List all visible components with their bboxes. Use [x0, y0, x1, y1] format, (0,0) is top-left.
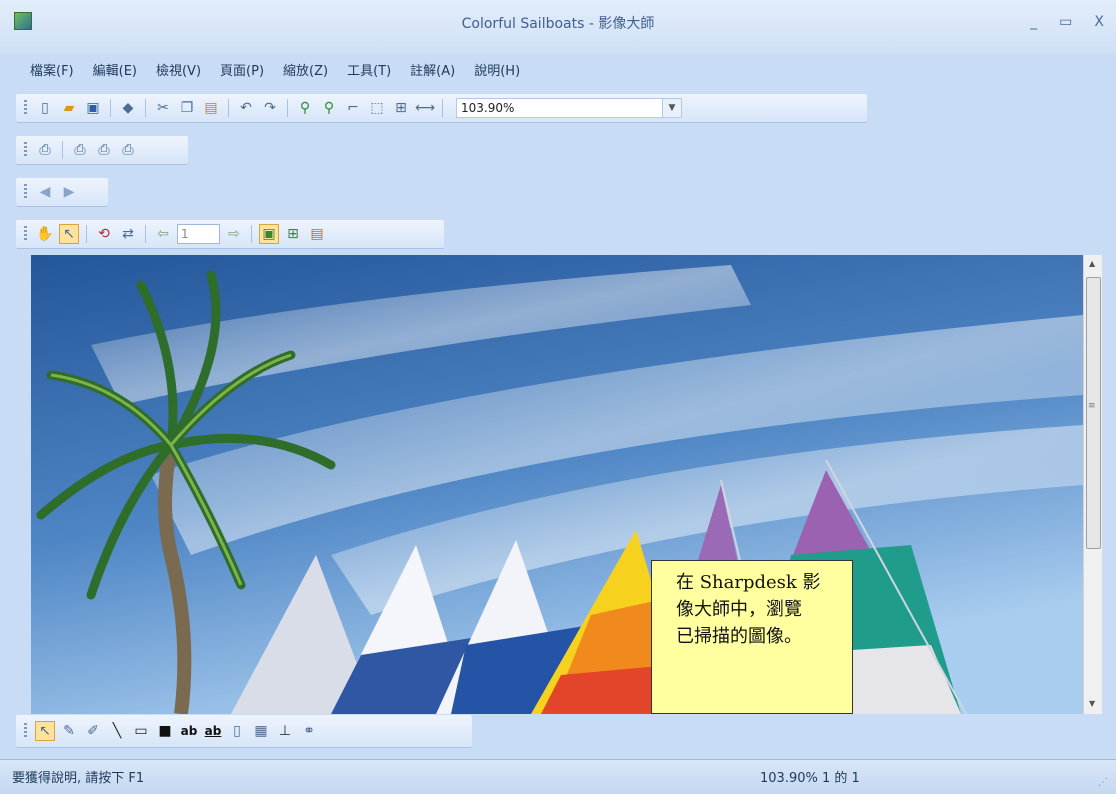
print-preview-icon[interactable]: ⎙ — [94, 140, 114, 160]
status-zoom-page: 103.90% 1 的 1 — [760, 771, 860, 786]
pan-hand-icon[interactable]: ✋ — [35, 224, 55, 244]
redo-icon[interactable]: ↷ — [260, 98, 280, 118]
back-icon[interactable]: ◀ — [35, 182, 55, 202]
toolbar-grip[interactable] — [24, 184, 27, 200]
menu-bar: 檔案(F) 編輯(E) 檢視(V) 頁面(P) 縮放(Z) 工具(T) 註解(A… — [30, 60, 520, 80]
highlight-text-icon[interactable]: ab — [203, 721, 223, 741]
scroll-thumb[interactable] — [1086, 277, 1101, 549]
scroll-down-icon[interactable]: ▼ — [1089, 699, 1095, 708]
toolbar-grip[interactable] — [24, 723, 27, 739]
fit-width-icon[interactable]: ⟷ — [415, 98, 435, 118]
annotation-note[interactable]: 在 Sharpdesk 影 像大師中，瀏覽 已掃描的圖像。 — [651, 560, 853, 714]
select-pointer-icon[interactable]: ↖ — [59, 224, 79, 244]
new-icon[interactable]: ▯ — [35, 98, 55, 118]
line-icon[interactable]: ╲ — [107, 721, 127, 741]
previous-page-icon[interactable]: ⇦ — [153, 224, 173, 244]
menu-zoom[interactable]: 縮放(Z) — [283, 60, 328, 80]
menu-file[interactable]: 檔案(F) — [30, 60, 74, 80]
image-toolbar: ✋ ↖ ⟲ ⇄ ⇦ 1 ⇨ ▣ ⊞ ▤ — [16, 220, 444, 249]
minimize-button[interactable]: _ — [1030, 14, 1037, 30]
menu-view[interactable]: 檢視(V) — [156, 60, 201, 80]
zoom-in-icon[interactable]: ⚲ — [295, 98, 315, 118]
print-setup-icon[interactable]: ⎙ — [118, 140, 138, 160]
save-icon[interactable]: ▣ — [83, 98, 103, 118]
sailboats-image — [31, 255, 1083, 714]
zoom-rect-icon[interactable]: ⌐ — [343, 98, 363, 118]
single-page-view-icon[interactable]: ▣ — [259, 224, 279, 244]
status-help-text: 要獲得說明, 請按下 F1 — [12, 771, 145, 786]
vertical-scrollbar[interactable]: ▲ ≡ ▼ — [1083, 255, 1102, 714]
toolbar-grip[interactable] — [24, 142, 27, 158]
title-bar: Colorful Sailboats - 影像大師 _ ▭ X — [0, 0, 1116, 54]
paste-icon[interactable]: ▤ — [201, 98, 221, 118]
maximize-button[interactable]: ▭ — [1059, 14, 1072, 30]
toolbar-grip[interactable] — [24, 226, 27, 242]
print-icon[interactable]: ⎙ — [70, 140, 90, 160]
next-page-icon[interactable]: ⇨ — [224, 224, 244, 244]
annotation-toolbar: ↖ ✎ ✐ ╲ ▭ ■ ab ab ▯ ▦ ⊥ ⚭ — [16, 715, 472, 748]
menu-annotation[interactable]: 註解(A) — [410, 60, 455, 80]
note-icon[interactable]: ▯ — [227, 721, 247, 741]
annotation-line: 已掃描的圖像。 — [676, 626, 802, 647]
menu-page[interactable]: 頁面(P) — [220, 60, 264, 80]
eraser-icon[interactable]: ◆ — [118, 98, 138, 118]
zoom-select-icon[interactable]: ⬚ — [367, 98, 387, 118]
image-stamp-icon[interactable]: ▦ — [251, 721, 271, 741]
forward-icon[interactable]: ▶ — [59, 182, 79, 202]
annotation-line: 在 Sharpdesk 影 — [676, 572, 821, 593]
toolbar-grip[interactable] — [24, 100, 27, 116]
annotation-line: 像大師中，瀏覽 — [676, 599, 802, 620]
resize-grip-icon[interactable]: ⋰ — [1098, 777, 1108, 788]
text-icon[interactable]: ab — [179, 721, 199, 741]
fit-page-icon[interactable]: ⊞ — [391, 98, 411, 118]
scroll-grip-icon: ≡ — [1088, 401, 1096, 411]
flip-icon[interactable]: ⇄ — [118, 224, 138, 244]
scan-icon[interactable]: ⎙ — [35, 140, 55, 160]
menu-tools[interactable]: 工具(T) — [347, 60, 391, 80]
zoom-select[interactable]: 103.90% ▼ — [456, 98, 682, 118]
page-number-input[interactable]: 1 — [177, 224, 220, 244]
menu-help[interactable]: 說明(H) — [474, 60, 520, 80]
link-icon[interactable]: ⚭ — [299, 721, 319, 741]
pen-icon[interactable]: ✎ — [59, 721, 79, 741]
rotate-icon[interactable]: ⟲ — [94, 224, 114, 244]
print-toolbar: ⎙ ⎙ ⎙ ⎙ — [16, 136, 188, 165]
highlighter-icon[interactable]: ✐ — [83, 721, 103, 741]
zoom-value: 103.90% — [461, 101, 515, 115]
cut-icon[interactable]: ✂ — [153, 98, 173, 118]
rectangle-icon[interactable]: ▭ — [131, 721, 151, 741]
image-viewer[interactable] — [31, 255, 1083, 714]
stamp-icon[interactable]: ⊥ — [275, 721, 295, 741]
close-button[interactable]: X — [1094, 14, 1104, 30]
navigation-toolbar: ◀ ▶ — [16, 178, 108, 207]
filled-rectangle-icon[interactable]: ■ — [155, 721, 175, 741]
open-folder-icon[interactable]: ▰ — [59, 98, 79, 118]
status-bar: 要獲得說明, 請按下 F1 103.90% 1 的 1 ⋰ — [0, 759, 1116, 794]
menu-edit[interactable]: 編輯(E) — [93, 60, 137, 80]
chevron-down-icon[interactable]: ▼ — [662, 99, 681, 117]
thumbnail-view-icon[interactable]: ⊞ — [283, 224, 303, 244]
scroll-up-icon[interactable]: ▲ — [1089, 259, 1095, 268]
zoom-out-icon[interactable]: ⚲ — [319, 98, 339, 118]
undo-icon[interactable]: ↶ — [236, 98, 256, 118]
copy-icon[interactable]: ❐ — [177, 98, 197, 118]
standard-toolbar: ▯ ▰ ▣ ◆ ✂ ❐ ▤ ↶ ↷ ⚲ ⚲ ⌐ ⬚ ⊞ ⟷ 103.90% ▼ — [16, 94, 867, 123]
properties-icon[interactable]: ▤ — [307, 224, 327, 244]
window-title: Colorful Sailboats - 影像大師 — [461, 16, 655, 32]
annotation-select-icon[interactable]: ↖ — [35, 721, 55, 741]
